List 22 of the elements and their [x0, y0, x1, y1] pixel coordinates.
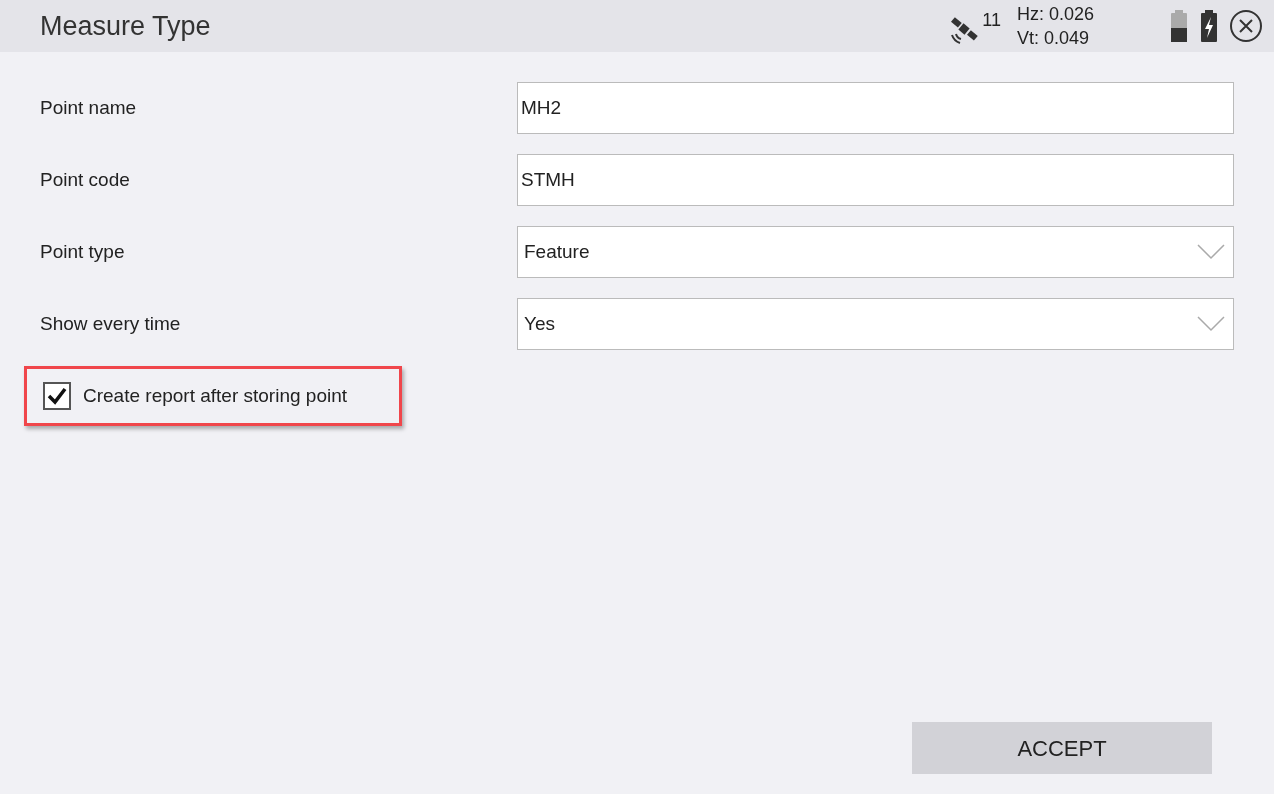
text-field[interactable]: STMH — [517, 154, 1234, 206]
chevron-down-icon — [1197, 244, 1225, 260]
field-label: Point type — [40, 239, 126, 264]
chevron-down-icon — [1197, 316, 1225, 332]
dropdown-field[interactable]: Feature — [517, 226, 1234, 278]
close-button[interactable] — [1230, 10, 1262, 42]
checkbox-label: Create report after storing point — [83, 383, 348, 408]
field-label: Show every time — [40, 311, 182, 336]
hz-reading: Hz: 0.026 — [1016, 3, 1094, 26]
close-icon — [1239, 19, 1253, 33]
satellite-count: 11 — [982, 8, 1001, 32]
battery-charging-icon — [1200, 10, 1218, 42]
battery-icon — [1170, 10, 1188, 42]
text-field[interactable]: MH2 — [517, 82, 1234, 134]
checkmark-icon — [47, 387, 67, 405]
vt-reading: Vt: 0.049 — [1016, 27, 1090, 50]
field-label: Point code — [40, 167, 131, 192]
dropdown-field[interactable]: Yes — [517, 298, 1234, 350]
accept-button[interactable]: ACCEPT — [912, 722, 1212, 774]
window-title: Measure Type — [40, 9, 212, 43]
field-label: Point name — [40, 95, 138, 120]
checkbox[interactable] — [43, 382, 71, 410]
